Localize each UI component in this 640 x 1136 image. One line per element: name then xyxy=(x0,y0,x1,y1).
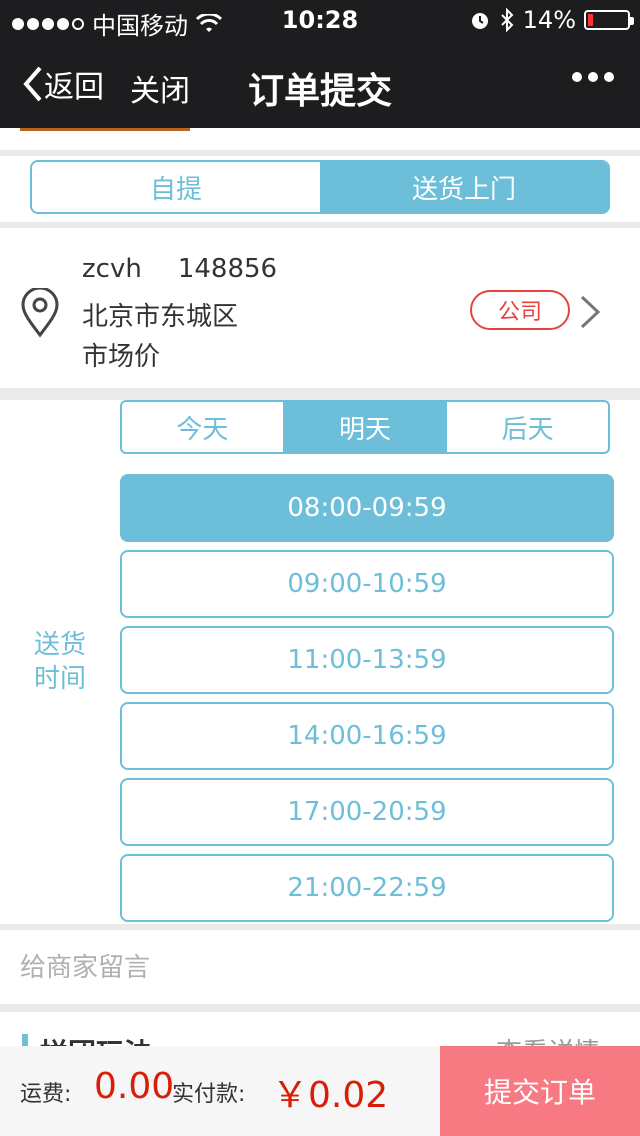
checkout-bar: 运费: 0.00 实付款: ￥0.02 提交订单 xyxy=(0,1046,640,1136)
contact-phone: 148856 xyxy=(177,254,278,284)
address-card[interactable]: zcvh 148856 北京市东城区 市场价 公司 xyxy=(0,228,640,388)
contact-name: zcvh xyxy=(82,254,142,284)
chevron-right-icon xyxy=(580,295,601,329)
address-line-2: 市场价 xyxy=(82,342,161,372)
view-details-link[interactable]: 查看详情 xyxy=(496,1032,600,1046)
section-accent-bar xyxy=(22,1034,28,1046)
more-menu-button[interactable] xyxy=(572,72,614,82)
address-contact: zcvh 148856 xyxy=(82,254,277,284)
more-icon xyxy=(572,72,582,82)
time-slot[interactable]: 11:00-13:59 xyxy=(120,626,614,694)
group-buy-section: 拼团玩法 查看详情 xyxy=(0,1012,640,1046)
group-buy-title: 拼团玩法 xyxy=(40,1032,152,1046)
delivery-day-tabs: 今天 明天 后天 xyxy=(120,400,610,454)
delivery-method-section: 自提 送货上门 xyxy=(0,156,640,222)
message-section xyxy=(0,930,640,1004)
address-line-1: 北京市东城区 xyxy=(82,302,239,332)
bluetooth-icon xyxy=(500,8,514,32)
status-bar: 中国移动 10:28 14% xyxy=(0,0,640,40)
alarm-clock-icon xyxy=(471,13,488,29)
payable-amount: ￥0.02 xyxy=(272,1075,389,1116)
day-tomorrow[interactable]: 明天 xyxy=(282,402,446,452)
shipping-fee-label: 运费: xyxy=(20,1082,72,1107)
tab-home-delivery[interactable]: 送货上门 xyxy=(320,162,608,212)
page-title: 订单提交 xyxy=(247,71,392,112)
status-right: 14% xyxy=(469,6,634,34)
delivery-method-tabs: 自提 送货上门 xyxy=(30,160,610,214)
shipping-fee-value: 0.00 xyxy=(94,1066,175,1107)
nav-bar: 返回 关闭 订单提交 xyxy=(0,40,640,128)
message-input[interactable] xyxy=(20,946,620,990)
submit-order-button[interactable]: 提交订单 xyxy=(440,1046,640,1136)
time-slot[interactable]: 09:00-10:59 xyxy=(120,550,614,618)
battery-percent: 14% xyxy=(522,6,576,34)
time-slot[interactable]: 21:00-22:59 xyxy=(120,854,614,922)
product-card-bottom xyxy=(0,128,640,150)
delivery-time-section: 今天 明天 后天 送货时间 08:00-09:59 09:00-10:59 11… xyxy=(0,400,640,924)
battery-level xyxy=(588,14,593,26)
day-after-tomorrow[interactable]: 后天 xyxy=(445,402,608,452)
delivery-time-label: 送货时间 xyxy=(33,630,86,694)
battery-icon xyxy=(584,10,634,30)
product-image-edge xyxy=(20,128,190,131)
time-slot[interactable]: 08:00-09:59 xyxy=(120,474,614,542)
payable-label: 实付款: xyxy=(172,1082,246,1107)
order-content[interactable]: 自提 送货上门 zcvh 148856 北京市东城区 市场价 公司 今天 明天 后… xyxy=(0,128,640,1046)
day-today[interactable]: 今天 xyxy=(122,402,283,452)
time-slot[interactable]: 17:00-20:59 xyxy=(120,778,614,846)
location-pin-icon xyxy=(21,288,59,338)
tab-self-pickup[interactable]: 自提 xyxy=(32,162,320,212)
time-slot[interactable]: 14:00-16:59 xyxy=(120,702,614,770)
address-tag-badge: 公司 xyxy=(470,290,570,330)
